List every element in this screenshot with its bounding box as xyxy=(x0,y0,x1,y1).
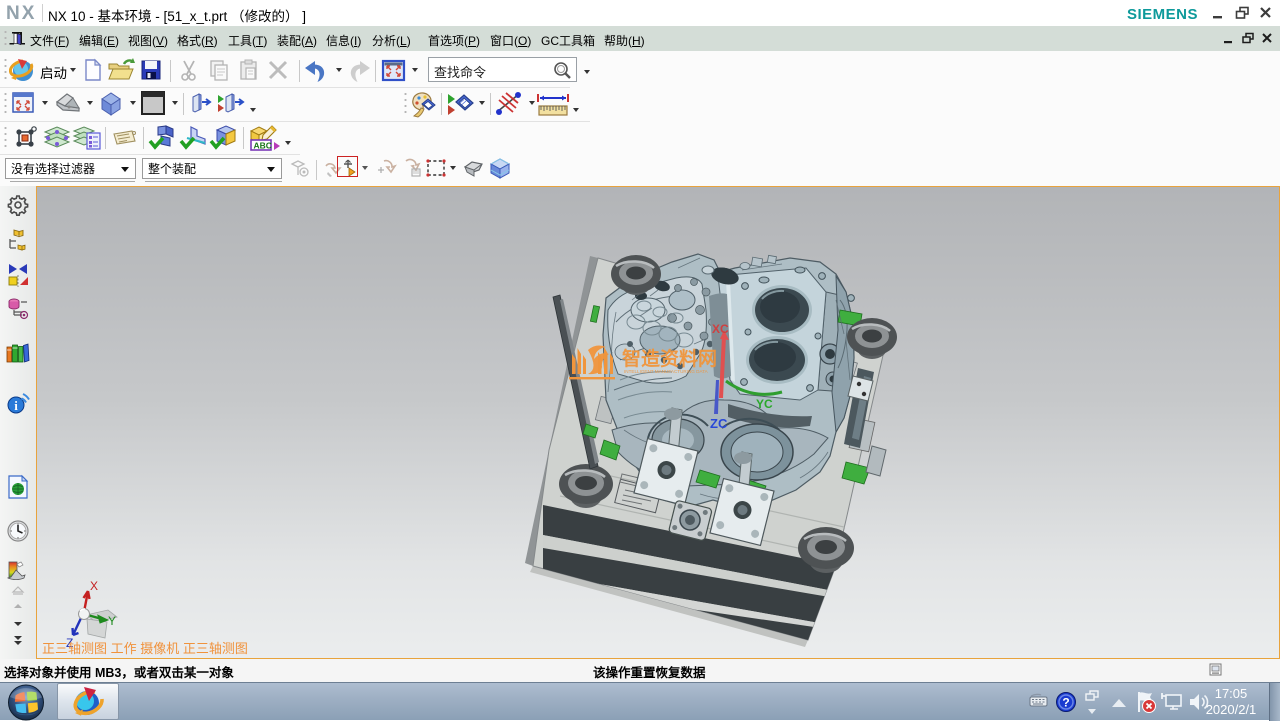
svg-text:ABC: ABC xyxy=(254,141,272,151)
svg-text:?: ? xyxy=(1062,696,1069,710)
svg-text:XC: XC xyxy=(712,322,729,336)
svg-text:智造资料网: 智造资料网 xyxy=(622,347,717,370)
svg-text:X: X xyxy=(90,579,98,593)
svg-text:Y: Y xyxy=(108,614,116,628)
svg-text:YC: YC xyxy=(756,397,773,411)
svg-text:ZC: ZC xyxy=(710,416,728,431)
svg-text:i: i xyxy=(14,398,18,413)
svg-text:INTELLIGENT MANUFACTURING DATA: INTELLIGENT MANUFACTURING DATA xyxy=(624,369,709,374)
